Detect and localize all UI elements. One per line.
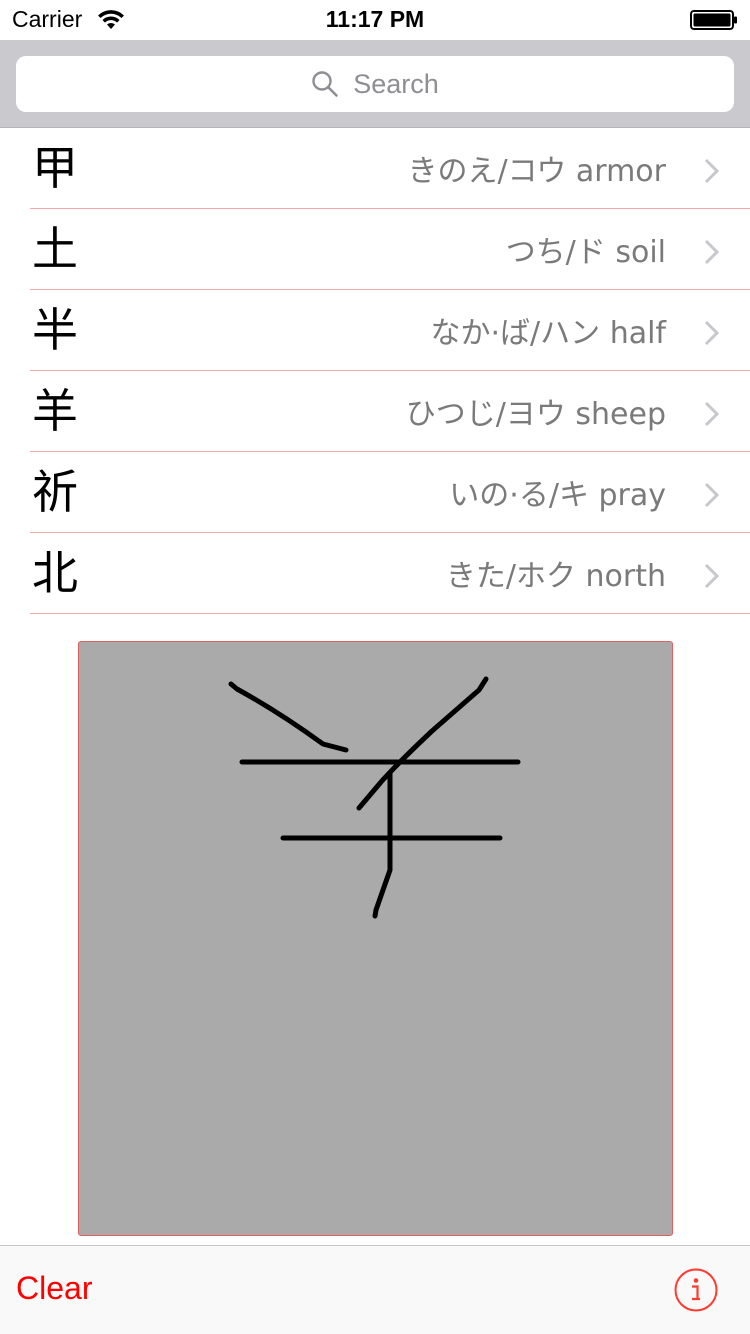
clear-button[interactable]: Clear (16, 1270, 92, 1307)
handwriting-canvas[interactable] (78, 641, 673, 1236)
chevron-right-icon (704, 401, 720, 427)
chevron-right-icon (704, 320, 720, 346)
search-placeholder: Search (353, 68, 439, 99)
kanji-reading: いの·る/キ pray (449, 478, 666, 513)
stroke (372, 771, 393, 919)
drawn-strokes (228, 676, 521, 919)
kanji-reading: きた/ホク north (445, 559, 666, 594)
list-item[interactable]: 羊 ひつじ/ヨウ sheep (0, 371, 750, 452)
clock: 11:17 PM (325, 6, 425, 32)
kanji-reading: つち/ド soil (505, 235, 666, 270)
bottom-toolbar: Clear (0, 1245, 750, 1334)
chevron-right-icon (704, 482, 720, 508)
kanji-character: 北 (32, 546, 78, 600)
chevron-right-icon (704, 239, 720, 265)
kanji-results-list: 甲 きのえ/コウ armor 土 つち/ド soil 半 なか·ば/ハン hal… (0, 128, 750, 638)
search-bar: Search (0, 40, 750, 128)
list-item[interactable]: 土 つち/ド soil (0, 209, 750, 290)
chevron-right-icon (704, 563, 720, 589)
stroke (356, 676, 489, 811)
search-input[interactable]: Search (16, 56, 734, 112)
kanji-reading: なか·ば/ハン half (430, 316, 666, 351)
battery-icon (690, 10, 737, 30)
list-item[interactable]: 祈 いの·る/キ pray (0, 452, 750, 533)
list-item[interactable]: 甲 きのえ/コウ armor (0, 128, 750, 209)
kanji-reading: ひつじ/ヨウ sheep (405, 397, 666, 432)
kanji-reading: きのえ/コウ armor (407, 154, 666, 189)
row-separator (30, 613, 750, 614)
info-icon[interactable] (674, 1268, 718, 1312)
kanji-character: 祈 (32, 465, 78, 519)
kanji-character: 羊 (32, 384, 78, 438)
kanji-character: 土 (32, 222, 78, 276)
list-item[interactable]: 北 きた/ホク north (0, 533, 750, 614)
stroke (228, 681, 349, 753)
status-bar: Carrier 11:17 PM (0, 0, 750, 40)
kanji-character: 甲 (32, 141, 78, 195)
app-screen: Carrier 11:17 PM Search 甲 きのえ/コウ armor 土… (0, 0, 750, 1334)
kanji-character: 半 (32, 303, 78, 357)
chevron-right-icon (704, 158, 720, 184)
search-icon (312, 71, 339, 97)
list-item[interactable]: 半 なか·ば/ハン half (0, 290, 750, 371)
